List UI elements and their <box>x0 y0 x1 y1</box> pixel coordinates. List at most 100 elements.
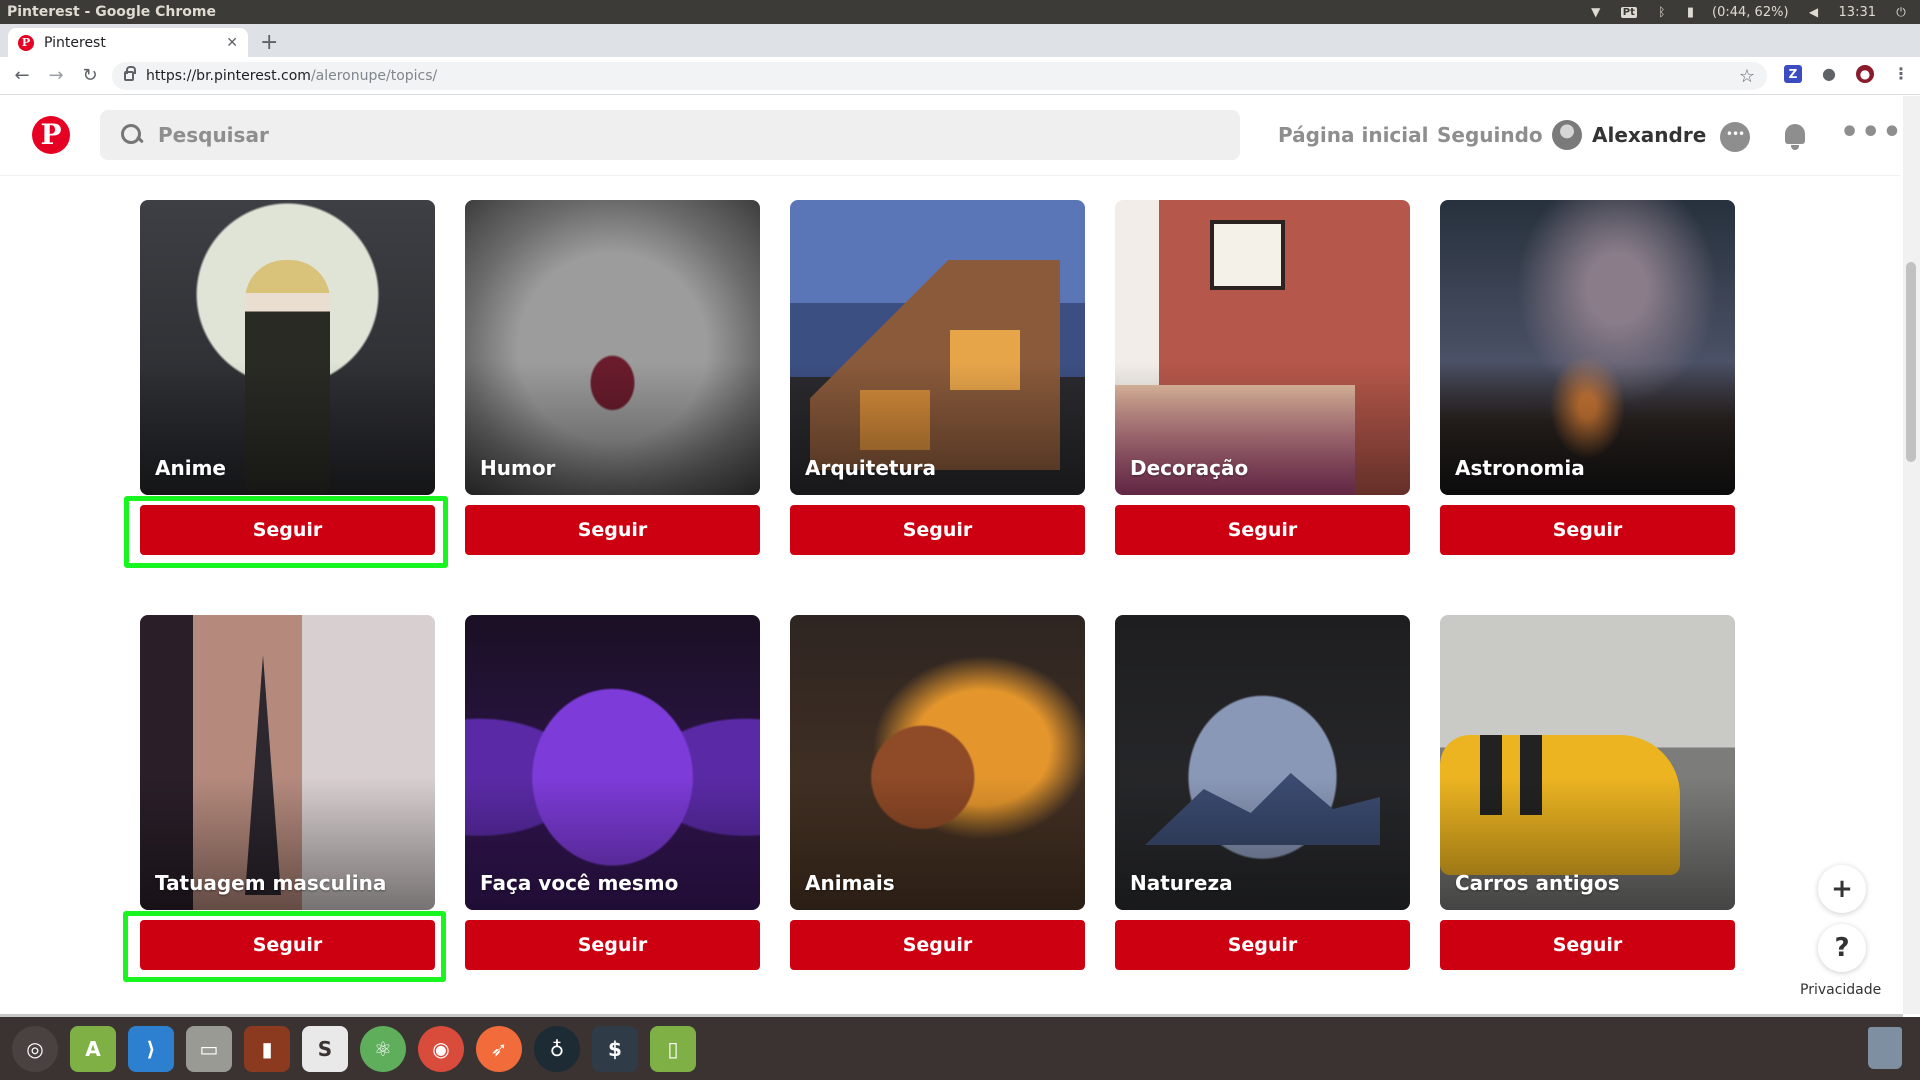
tablet-icon[interactable]: ▯ <box>650 1025 696 1072</box>
zotero-extension-icon[interactable]: Z <box>1784 65 1802 83</box>
topic-card-humor: Humor Seguir <box>465 200 760 555</box>
topic-card-natureza: Natureza Seguir <box>1115 615 1410 970</box>
system-tray: ▼ Pt ᛒ ▮ (0:44, 62%) ◀ 13:31 ⏻ <box>1589 5 1920 20</box>
topic-image[interactable]: Astronomia <box>1440 200 1735 495</box>
url-path: /aleronupe/topics/ <box>310 68 438 84</box>
tab-strip: P Pinterest ✕ + <box>0 24 1920 57</box>
os-top-bar: Pinterest - Google Chrome ▼ Pt ᛒ ▮ (0:44… <box>0 0 1920 24</box>
wifi-icon[interactable]: ▼ <box>1589 5 1603 19</box>
topic-image[interactable]: Anime <box>140 200 435 495</box>
chrome-menu-icon[interactable]: ⋮ <box>1892 65 1910 83</box>
follow-button[interactable]: Seguir <box>1440 505 1735 555</box>
topic-image[interactable]: Faça você mesmo <box>465 615 760 910</box>
image-house <box>810 260 1060 470</box>
topic-card-anime: Anime Seguir <box>140 200 435 555</box>
image-mountains <box>1145 773 1380 845</box>
close-tab-icon[interactable]: ✕ <box>226 35 238 51</box>
topic-card-carros-antigos: Carros antigos Seguir <box>1440 615 1735 970</box>
book-icon[interactable]: ▮ <box>244 1025 290 1072</box>
pinterest-favicon-icon: P <box>18 34 34 51</box>
follow-button[interactable]: Seguir <box>140 505 435 555</box>
nav-home-link[interactable]: Página inicial <box>1278 123 1429 147</box>
url-host: https://br.pinterest.com <box>146 68 311 84</box>
bookmark-star-icon[interactable]: ☆ <box>1739 66 1755 87</box>
topic-label: Astronomia <box>1455 456 1585 480</box>
follow-button[interactable]: Seguir <box>465 920 760 970</box>
dock: ◎ A ⟩ ▭ ▮ S ⚛ ◉ ➶ ♁ $ ▯ <box>0 1017 1920 1080</box>
more-options-icon[interactable]: ••• <box>1840 118 1902 152</box>
forward-button[interactable]: → <box>44 64 68 88</box>
reload-button[interactable]: ↻ <box>78 64 102 88</box>
extensions: Z ● ● ⋮ <box>1784 65 1910 83</box>
follow-button[interactable]: Seguir <box>1115 505 1410 555</box>
image-tree <box>245 655 281 895</box>
topic-image[interactable]: Tatuagem masculina <box>140 615 435 910</box>
volume-icon[interactable]: ◀ <box>1807 5 1821 19</box>
profile-avatar-icon[interactable]: ● <box>1856 65 1874 83</box>
vscode-icon[interactable]: ⟩ <box>128 1025 174 1072</box>
topic-image[interactable]: Decoração <box>1115 200 1410 495</box>
follow-button[interactable]: Seguir <box>465 505 760 555</box>
topic-label: Anime <box>155 456 226 480</box>
follow-button[interactable]: Seguir <box>790 920 1085 970</box>
vertical-scrollbar[interactable] <box>1903 96 1920 1014</box>
pinterest-header: P Pesquisar Página inicial Seguindo Alex… <box>0 96 1902 176</box>
topic-image[interactable]: Carros antigos <box>1440 615 1735 910</box>
trash-icon[interactable] <box>1868 1027 1902 1069</box>
topic-label: Natureza <box>1130 871 1233 895</box>
search-icon <box>120 123 144 147</box>
topic-card-tatuagem: Tatuagem masculina Seguir <box>140 615 435 970</box>
battery-icon[interactable]: ▮ <box>1687 5 1694 20</box>
topic-label: Decoração <box>1130 456 1249 480</box>
pinterest-logo-icon[interactable]: P <box>32 116 70 154</box>
privacy-link[interactable]: Privacidade <box>1800 982 1881 998</box>
topic-card-arquitetura: Arquitetura Seguir <box>790 200 1085 555</box>
image-car-stripes <box>1480 735 1502 815</box>
power-icon[interactable]: ⏻ <box>1894 5 1908 19</box>
tab-pinterest[interactable]: P Pinterest ✕ <box>8 28 248 57</box>
gitkraken-icon[interactable]: ♁ <box>534 1025 580 1072</box>
help-button[interactable]: ? <box>1818 924 1866 972</box>
topic-label: Tatuagem masculina <box>155 871 387 895</box>
search-input[interactable]: Pesquisar <box>100 110 1240 160</box>
topic-card-astronomia: Astronomia Seguir <box>1440 200 1735 555</box>
postman-icon[interactable]: ➶ <box>476 1025 522 1072</box>
follow-button[interactable]: Seguir <box>790 505 1085 555</box>
follow-button[interactable]: Seguir <box>1440 920 1735 970</box>
keyboard-layout-badge[interactable]: Pt <box>1620 6 1637 18</box>
tab-title: Pinterest <box>44 34 106 51</box>
messages-icon[interactable] <box>1720 122 1750 152</box>
slack-icon[interactable]: S <box>302 1025 348 1072</box>
image-figure <box>245 260 330 495</box>
terminal-icon[interactable]: $ <box>592 1025 638 1072</box>
battery-status[interactable]: (0:44, 62%) <box>1712 5 1789 20</box>
add-button[interactable]: + <box>1818 865 1866 913</box>
image-frame <box>1210 220 1285 290</box>
nav-following-link[interactable]: Seguindo <box>1437 123 1543 147</box>
topic-label: Arquitetura <box>805 456 937 480</box>
topic-image[interactable]: Animais <box>790 615 1085 910</box>
vertical-scrollbar-thumb[interactable] <box>1906 262 1916 462</box>
topic-image[interactable]: Humor <box>465 200 760 495</box>
files-icon[interactable]: ▭ <box>186 1025 232 1072</box>
user-profile-link[interactable]: Alexandre <box>1552 120 1706 150</box>
bluetooth-icon[interactable]: ᛒ <box>1655 5 1669 19</box>
follow-button[interactable]: Seguir <box>140 920 435 970</box>
ubuntu-icon[interactable]: ◎ <box>12 1025 58 1072</box>
user-name: Alexandre <box>1592 123 1707 147</box>
notifications-bell-icon[interactable] <box>1780 122 1810 152</box>
new-tab-button[interactable]: + <box>260 30 278 55</box>
lock-icon[interactable] <box>124 66 136 81</box>
chrome-icon[interactable]: ◉ <box>418 1025 464 1072</box>
topic-label: Faça você mesmo <box>480 871 679 895</box>
lightbulb-extension-icon[interactable]: ● <box>1820 65 1838 83</box>
back-button[interactable]: ← <box>10 64 34 88</box>
android-studio-icon[interactable]: A <box>70 1025 116 1072</box>
image-car <box>1440 735 1680 875</box>
follow-button[interactable]: Seguir <box>1115 920 1410 970</box>
clock[interactable]: 13:31 <box>1839 5 1876 20</box>
atom-icon[interactable]: ⚛ <box>360 1025 406 1072</box>
topic-image[interactable]: Arquitetura <box>790 200 1085 495</box>
topic-image[interactable]: Natureza <box>1115 615 1410 910</box>
address-bar[interactable]: https://br.pinterest.com/aleronupe/topic… <box>112 62 1767 90</box>
